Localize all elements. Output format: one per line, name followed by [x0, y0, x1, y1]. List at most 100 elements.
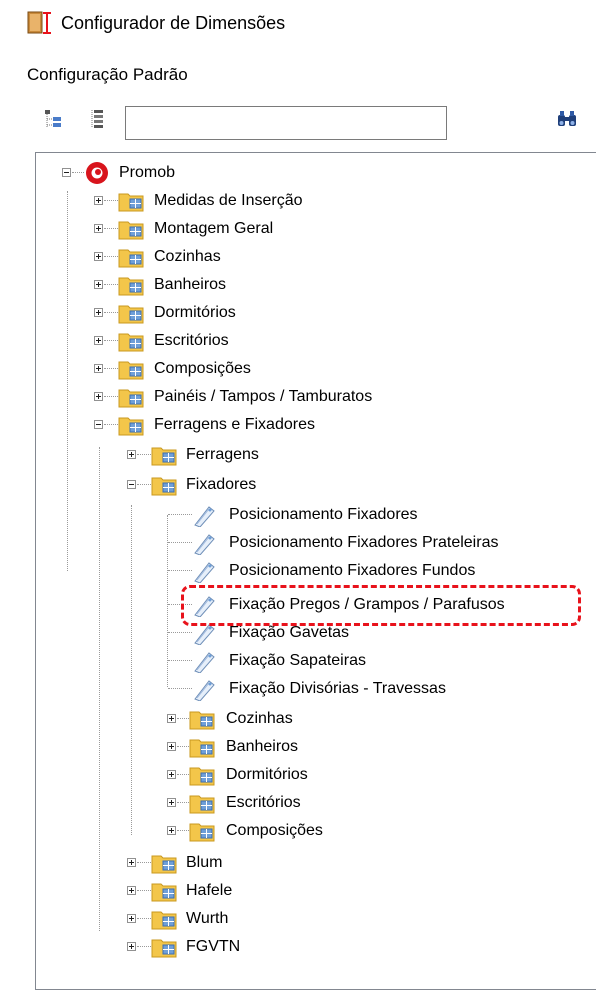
tree-node-label: Posicionamento Fixadores Fundos [229, 562, 476, 579]
tree-node-paineis-tampos-tamburatos[interactable]: Painéis / Tampos / Tamburatos [36, 383, 596, 411]
tree-node-banheiros[interactable]: Banheiros [36, 271, 596, 299]
tree-node-label: Hafele [186, 882, 233, 899]
tree-node-posicionamento-fixadores[interactable]: Posicionamento Fixadores [36, 501, 596, 529]
tree-node-fixadores-dormitorios[interactable]: Dormitórios [36, 761, 596, 789]
expand-toggle[interactable] [127, 942, 136, 951]
collapse-toggle[interactable] [94, 420, 103, 429]
tree-node-label: Escritórios [226, 794, 301, 811]
folder-icon [151, 447, 177, 466]
tree-node-medidas-de-insercao[interactable]: Medidas de Inserção [36, 187, 596, 215]
tree-node-label: Wurth [186, 910, 229, 927]
folder-open-icon [151, 477, 177, 496]
tree-node-label: Blum [186, 854, 223, 871]
binoculars-icon[interactable] [556, 108, 578, 130]
tree-node-fixadores-composicoes[interactable]: Composições [36, 817, 596, 845]
expand-toggle[interactable] [94, 308, 103, 317]
folder-icon [118, 333, 144, 352]
tag-document-icon [194, 534, 215, 555]
tree-node-fixadores-escritorios[interactable]: Escritórios [36, 789, 596, 817]
tree-node-label: Medidas de Inserção [154, 192, 303, 209]
expand-toggle[interactable] [94, 336, 103, 345]
folder-icon [189, 795, 215, 814]
folder-icon [118, 221, 144, 240]
tree-toolbar [33, 100, 596, 148]
folder-icon [151, 911, 177, 930]
expand-toggle[interactable] [127, 450, 136, 459]
expand-toggle[interactable] [94, 364, 103, 373]
expand-toggle[interactable] [127, 914, 136, 923]
expand-toggle[interactable] [94, 280, 103, 289]
expand-toggle[interactable] [167, 742, 176, 751]
tree-node-escritorios[interactable]: Escritórios [36, 327, 596, 355]
expand-toggle[interactable] [94, 224, 103, 233]
tree-node-ferragens-e-fixadores[interactable]: Ferragens e Fixadores [36, 411, 596, 439]
promob-logo-icon [86, 162, 108, 184]
collapse-tree-icon[interactable] [43, 108, 65, 130]
tree-node-label: Ferragens [186, 446, 259, 463]
expand-toggle[interactable] [94, 196, 103, 205]
tree-node-label: Promob [119, 164, 176, 181]
tag-document-icon [194, 562, 215, 583]
search-input[interactable] [125, 106, 447, 140]
folder-icon [189, 823, 215, 842]
expand-tree-icon[interactable] [88, 108, 110, 130]
tree-node-label: Banheiros [154, 276, 227, 293]
tree-node-label: Fixação Divisórias - Travessas [229, 680, 446, 697]
tree-node-fixacao-sapateiras[interactable]: Fixação Sapateiras [36, 647, 596, 675]
tree-node-label: Composições [154, 360, 251, 377]
folder-icon [118, 249, 144, 268]
folder-icon [189, 711, 215, 730]
tree-node-label: Composições [226, 822, 323, 839]
title-bar: Configurador de Dimensões [0, 0, 596, 48]
tree-node-label: Dormitórios [226, 766, 308, 783]
expand-toggle[interactable] [167, 798, 176, 807]
expand-toggle[interactable] [127, 858, 136, 867]
tree-node-fixadores-cozinhas[interactable]: Cozinhas [36, 705, 596, 733]
tree-node-dormitorios[interactable]: Dormitórios [36, 299, 596, 327]
section-label: Configuração Padrão [27, 65, 188, 84]
expand-toggle[interactable] [94, 252, 103, 261]
tree-node-ferragens[interactable]: Ferragens [36, 441, 596, 469]
folder-icon [118, 277, 144, 296]
tag-document-icon [194, 680, 215, 701]
collapse-toggle[interactable] [62, 168, 71, 177]
expand-toggle[interactable] [127, 886, 136, 895]
highlight-annotation [181, 585, 581, 626]
folder-icon [151, 939, 177, 958]
tree-node-wurth[interactable]: Wurth [36, 905, 596, 933]
tree-node-root[interactable]: Promob [36, 159, 596, 187]
tree-node-fixadores-banheiros[interactable]: Banheiros [36, 733, 596, 761]
tree-node-fixadores[interactable]: Fixadores [36, 471, 596, 499]
tree-node-montagem-geral[interactable]: Montagem Geral [36, 215, 596, 243]
tag-document-icon [194, 506, 215, 527]
tree-node-label: Painéis / Tampos / Tamburatos [154, 388, 373, 405]
expand-toggle[interactable] [167, 714, 176, 723]
folder-icon [151, 883, 177, 902]
collapse-toggle[interactable] [127, 480, 136, 489]
tree-node-label: Escritórios [154, 332, 229, 349]
tree-node-fgvtn[interactable]: FGVTN [36, 933, 596, 961]
expand-toggle[interactable] [94, 392, 103, 401]
tree-node-fixacao-divisorias-travessas[interactable]: Fixação Divisórias - Travessas [36, 675, 596, 703]
tree-node-cozinhas[interactable]: Cozinhas [36, 243, 596, 271]
expand-toggle[interactable] [167, 770, 176, 779]
folder-icon [118, 361, 144, 380]
tree-node-label: Cozinhas [154, 248, 221, 265]
tree-panel: Promob Medidas de Inserção Montagem Gera… [35, 152, 596, 990]
tree-node-composicoes[interactable]: Composições [36, 355, 596, 383]
tree-node-posicionamento-fixadores-prateleiras[interactable]: Posicionamento Fixadores Prateleiras [36, 529, 596, 557]
tree-node-hafele[interactable]: Hafele [36, 877, 596, 905]
folder-icon [118, 305, 144, 324]
tree-node-blum[interactable]: Blum [36, 849, 596, 877]
tree-node-label: Fixação Sapateiras [229, 652, 366, 669]
tree-node-label: FGVTN [186, 938, 241, 955]
window-title: Configurador de Dimensões [61, 13, 286, 33]
folder-icon [189, 739, 215, 758]
expand-toggle[interactable] [167, 826, 176, 835]
tree-node-label: Posicionamento Fixadores Prateleiras [229, 534, 499, 551]
tree-node-label: Dormitórios [154, 304, 236, 321]
tree-node-posicionamento-fixadores-fundos[interactable]: Posicionamento Fixadores Fundos [36, 557, 596, 585]
tree-node-label: Ferragens e Fixadores [154, 416, 315, 433]
tree-node-label: Posicionamento Fixadores [229, 506, 418, 523]
tree-node-label: Fixadores [186, 476, 257, 493]
